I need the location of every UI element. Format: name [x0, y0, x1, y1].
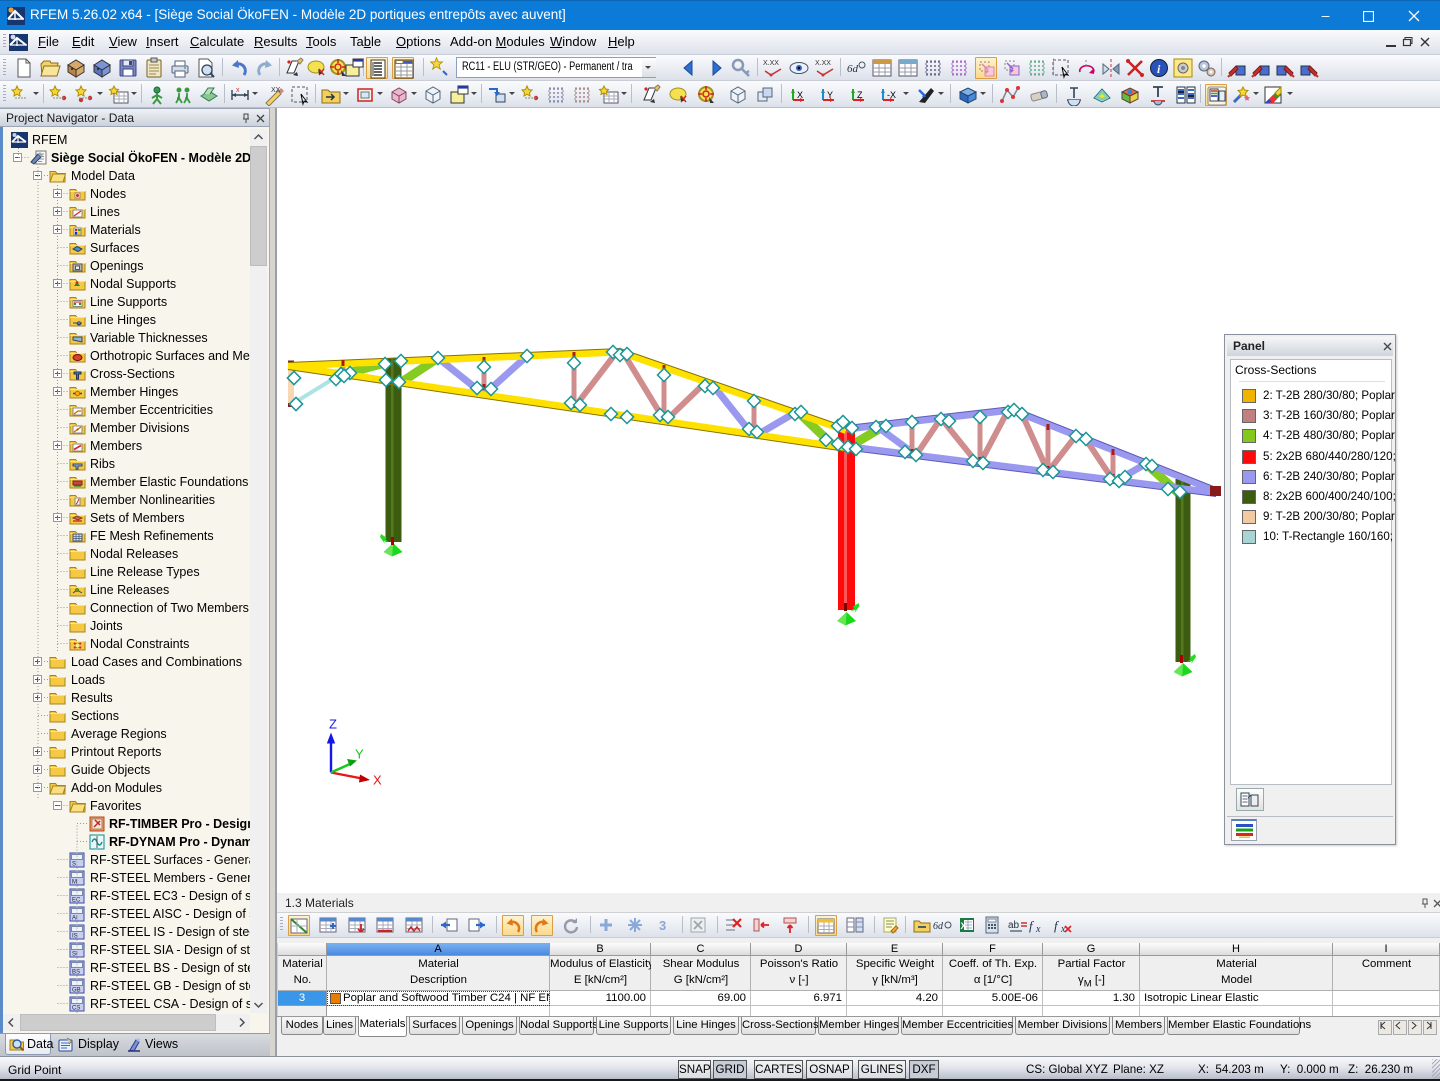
svg-text:Z: Z — [857, 90, 863, 100]
svg-text:X.XX: X.XX — [763, 60, 779, 67]
svg-text:XX: XX — [271, 87, 281, 94]
svg-text:3: 3 — [659, 918, 666, 933]
svg-text:Y: Y — [827, 90, 833, 100]
svg-text:x: x — [236, 87, 240, 94]
svg-text:x: x — [1035, 924, 1041, 935]
svg-text:f: f — [1029, 918, 1035, 933]
svg-text:X: X — [373, 773, 382, 788]
svg-text:ab: ab — [1008, 920, 1020, 931]
svg-text:X: X — [961, 921, 967, 931]
svg-text:6d: 6d — [933, 921, 944, 932]
svg-text:x: x — [1060, 924, 1066, 935]
svg-text:Z: Z — [329, 717, 337, 732]
svg-text:X.XX: X.XX — [815, 60, 831, 67]
svg-text:Y: Y — [355, 747, 364, 762]
svg-text:X: X — [797, 90, 803, 100]
svg-text:6d: 6d — [847, 63, 859, 75]
svg-text:-X: -X — [887, 90, 896, 100]
svg-text:f: f — [1054, 918, 1060, 933]
